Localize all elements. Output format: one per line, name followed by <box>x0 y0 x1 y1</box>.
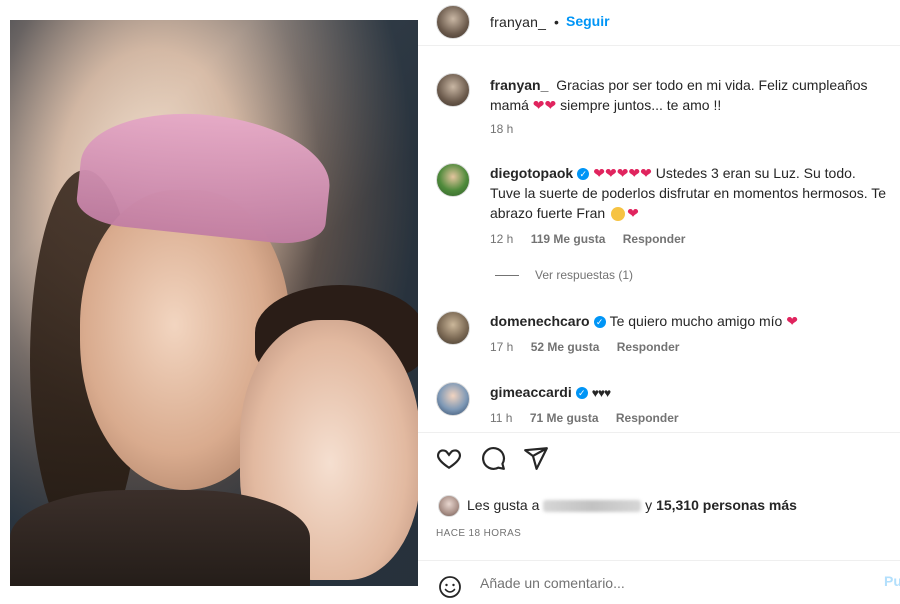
verified-badge-icon: ✓ <box>577 168 590 181</box>
comment-item: gimeaccardi ✓ ♥♥♥ <box>490 382 890 403</box>
comment-likes-link[interactable]: 52 Me gusta <box>531 340 600 354</box>
heart-emoji-icon: ❤ <box>627 205 639 221</box>
follow-button[interactable]: Seguir <box>566 13 610 29</box>
post-comment-button[interactable]: Pu <box>884 573 900 589</box>
caption-body-2: siempre juntos... te amo !! <box>560 97 722 113</box>
comment-meta: 11 h 71 Me gusta Responder <box>490 411 693 425</box>
reply-button[interactable]: Responder <box>616 411 679 425</box>
post-header: franyan_ • Seguir <box>418 0 900 46</box>
caption-avatar[interactable] <box>436 73 470 107</box>
comment-username[interactable]: gimeaccardi <box>490 384 572 400</box>
heart-emoji-icon: ❤ <box>786 313 798 329</box>
view-replies-label: Ver respuestas (1) <box>535 268 634 282</box>
caption-username[interactable]: franyan_ <box>490 77 548 93</box>
comment-username[interactable]: diegotopaok <box>490 165 573 181</box>
comment-avatar[interactable] <box>436 382 470 416</box>
view-replies-button[interactable]: Ver respuestas (1) <box>495 268 633 282</box>
screaming-face-emoji-icon <box>611 207 626 222</box>
comment-avatar[interactable] <box>436 163 470 197</box>
likes-count[interactable]: 15,310 personas más <box>656 497 797 513</box>
comment-likes-link[interactable]: 119 Me gusta <box>531 232 606 246</box>
liker-avatar[interactable] <box>438 495 460 517</box>
photo-detail-shirt <box>10 490 310 586</box>
heart-outline-icon[interactable] <box>436 445 462 471</box>
reply-button[interactable]: Responder <box>617 340 680 354</box>
left-margin <box>0 0 10 600</box>
comment-meta: 12 h 119 Me gusta Responder <box>490 232 699 246</box>
separator-dot: • <box>554 14 559 30</box>
verified-badge-icon: ✓ <box>593 316 606 329</box>
comment-likes-link[interactable]: 71 Me gusta <box>530 411 599 425</box>
comment-text: ♥♥♥ <box>591 386 611 400</box>
comment-meta: 17 h 52 Me gusta Responder <box>490 340 693 354</box>
likes-conjunction: y <box>645 497 653 513</box>
author-avatar[interactable] <box>436 5 470 39</box>
comment-time: 12 h <box>490 232 514 246</box>
author-username[interactable]: franyan_ <box>490 14 546 30</box>
comment-username[interactable]: domenechcaro <box>490 313 590 329</box>
add-comment-bar: Pu <box>418 560 900 601</box>
replies-divider-line <box>495 275 519 277</box>
paper-plane-icon[interactable] <box>523 445 549 471</box>
smiley-icon[interactable] <box>438 575 462 599</box>
post-timestamp[interactable]: HACE 18 HORAS <box>436 528 521 539</box>
liker-username-blurred[interactable] <box>543 500 642 513</box>
comment-time: 17 h <box>490 340 514 354</box>
comment-avatar[interactable] <box>436 311 470 345</box>
comment-input[interactable] <box>478 571 842 595</box>
comment-time: 11 h <box>490 411 513 425</box>
heart-emoji-icon: ❤ <box>532 97 545 113</box>
reply-button[interactable]: Responder <box>623 232 686 246</box>
comment-item: domenechcaro ✓ Te quiero mucho amigo mío ❤ <box>490 311 890 331</box>
post-photo[interactable] <box>10 20 418 586</box>
caption-time: 18 h <box>490 122 514 136</box>
verified-badge-icon: ✓ <box>575 387 588 400</box>
comment-text: Te quiero mucho amigo mío <box>609 313 783 329</box>
likes-summary[interactable]: Les gusta a y 15,310 personas más <box>467 497 797 513</box>
caption-text: franyan_ Gracias por ser todo en mi vida… <box>490 75 890 115</box>
heart-emoji-icon: ❤ <box>544 97 557 113</box>
speech-bubble-icon[interactable] <box>480 445 506 471</box>
heart-emoji-icon: ❤❤❤❤❤ <box>593 165 652 181</box>
likes-prefix: Les gusta a <box>467 497 540 513</box>
caption-meta: 18 h <box>490 122 527 136</box>
post-side-panel: franyan_ • Seguir franyan_ Gracias por s… <box>418 0 900 600</box>
comment-item: diegotopaok ✓ ❤❤❤❤❤ Ustedes 3 eran su Luz.… <box>490 163 890 223</box>
